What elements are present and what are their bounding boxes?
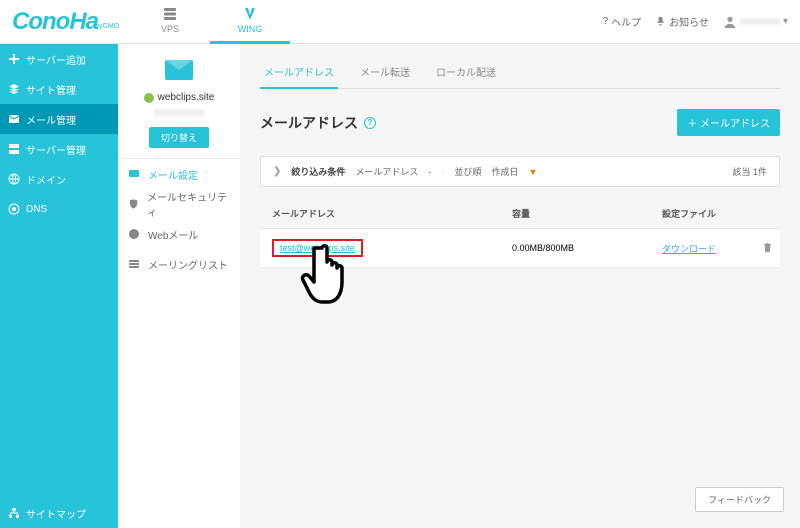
wing-icon bbox=[242, 6, 258, 22]
list-icon bbox=[128, 258, 140, 270]
sidebar-item-site[interactable]: サイト管理 bbox=[0, 74, 118, 104]
subnav-webmail[interactable]: Webメール bbox=[118, 219, 240, 249]
server-stack-icon bbox=[162, 6, 178, 22]
mail-cog-icon bbox=[128, 168, 140, 180]
site-selector-panel: webclips.site 切り替え bbox=[118, 44, 240, 159]
subnav-label: Webメール bbox=[148, 227, 198, 242]
server-icon bbox=[8, 143, 20, 155]
header-right: ? ヘルプ お知らせ ▾ bbox=[603, 14, 788, 29]
capacity-value: 0.00MB/800MB bbox=[512, 243, 662, 253]
plus-icon bbox=[8, 53, 20, 65]
subnav-mail-security[interactable]: メールセキュリティ bbox=[118, 189, 240, 219]
user-icon bbox=[723, 15, 737, 29]
tab-local-delivery[interactable]: ローカル配送 bbox=[432, 56, 500, 88]
trash-icon[interactable] bbox=[762, 242, 773, 253]
mail-large-icon bbox=[165, 60, 193, 80]
subnav-label: メーリングリスト bbox=[148, 257, 228, 272]
tab-vps[interactable]: VPS bbox=[130, 0, 210, 44]
sidebar-item-server[interactable]: サーバー管理 bbox=[0, 134, 118, 164]
notice-label: お知らせ bbox=[669, 14, 709, 29]
sidebar-item-dns[interactable]: DNS bbox=[0, 194, 118, 224]
mail-icon bbox=[8, 113, 20, 125]
filter-sort-label: 並び順 bbox=[454, 165, 481, 178]
logo-text: ConoHa bbox=[12, 8, 98, 36]
sidebar-label: ドメイン bbox=[26, 172, 66, 187]
col-capacity: 容量 bbox=[512, 207, 662, 220]
logo-subtext: byGMO bbox=[95, 23, 119, 30]
shield-icon bbox=[128, 198, 139, 210]
page-title-row: メールアドレス ? ＋ メールアドレス bbox=[260, 109, 780, 136]
filter-title: 絞り込み条件 bbox=[291, 165, 345, 178]
main-content: メールアドレス メール転送 ローカル配送 メールアドレス ? ＋ メールアドレス… bbox=[240, 44, 800, 528]
help-link[interactable]: ? ヘルプ bbox=[603, 14, 642, 29]
layers-icon bbox=[8, 83, 20, 95]
top-header: ConoHa byGMO VPS WING ? ヘルプ お知らせ ▾ bbox=[0, 0, 800, 44]
notice-link[interactable]: お知らせ bbox=[655, 14, 709, 29]
chevron-down-icon: ▾ bbox=[783, 16, 788, 27]
chevron-right-icon: ❯ bbox=[273, 166, 281, 177]
tab-mail-forward[interactable]: メール転送 bbox=[356, 56, 414, 88]
feedback-button[interactable]: フィードバック bbox=[695, 487, 784, 512]
subnav-label: メールセキュリティ bbox=[147, 189, 230, 219]
switch-site-button[interactable]: 切り替え bbox=[149, 127, 209, 148]
mail-address-link[interactable]: test@webclips.site bbox=[280, 243, 355, 253]
filter-sort-value: 作成日 bbox=[491, 165, 518, 178]
sort-direction-icon[interactable]: ▼ bbox=[528, 167, 537, 177]
logo[interactable]: ConoHa byGMO bbox=[0, 0, 118, 44]
user-blur bbox=[740, 18, 780, 25]
page-title-text: メールアドレス bbox=[260, 113, 358, 133]
dns-icon bbox=[8, 203, 20, 215]
tab-wing[interactable]: WING bbox=[210, 0, 290, 44]
page-title: メールアドレス ? bbox=[260, 113, 376, 133]
add-mail-address-button[interactable]: ＋ メールアドレス bbox=[677, 109, 780, 136]
sidebar-item-add-server[interactable]: サーバー追加 bbox=[0, 44, 118, 74]
bell-icon bbox=[655, 16, 666, 27]
sidebar-label: サイトマップ bbox=[26, 506, 86, 521]
col-address: メールアドレス bbox=[272, 207, 512, 220]
status-dot-icon bbox=[144, 93, 154, 103]
download-link[interactable]: ダウンロード bbox=[662, 244, 716, 254]
result-count: 該当 1件 bbox=[732, 165, 767, 178]
globe-icon bbox=[8, 173, 20, 185]
filter-field-label: メールアドレス bbox=[355, 165, 418, 178]
site-name-text: webclips.site bbox=[158, 92, 215, 103]
tab-mail-address[interactable]: メールアドレス bbox=[260, 56, 338, 89]
user-menu[interactable]: ▾ bbox=[723, 15, 788, 29]
filter-field-value: - bbox=[428, 167, 431, 177]
subnav-label: メール設定 bbox=[148, 167, 198, 182]
sidebar-label: サイト管理 bbox=[26, 82, 76, 97]
help-icon[interactable]: ? bbox=[364, 117, 376, 129]
site-sub-blur bbox=[154, 109, 204, 117]
sidebar-label: サーバー追加 bbox=[26, 52, 86, 67]
filter-bar[interactable]: ❯ 絞り込み条件 メールアドレス - · 並び順 作成日 ▼ 該当 1件 bbox=[260, 156, 780, 187]
highlight-annotation: test@webclips.site bbox=[272, 239, 363, 257]
main-sidebar: サーバー追加 サイト管理 メール管理 サーバー管理 ドメイン DNS サイトマッ… bbox=[0, 44, 118, 528]
separator: · bbox=[441, 167, 444, 177]
sidebar-item-mail[interactable]: メール管理 bbox=[0, 104, 118, 134]
sidebar-label: メール管理 bbox=[26, 112, 76, 127]
content-tabs: メールアドレス メール転送 ローカル配送 bbox=[260, 56, 780, 89]
tab-label: WING bbox=[238, 24, 263, 34]
table-row: test@webclips.site 0.00MB/800MB ダウンロード bbox=[260, 229, 780, 268]
webmail-icon bbox=[128, 228, 140, 240]
table-header: メールアドレス 容量 設定ファイル bbox=[260, 199, 780, 229]
sitemap-icon bbox=[8, 507, 20, 519]
sidebar-item-sitemap[interactable]: サイトマップ bbox=[0, 498, 118, 528]
help-label: ヘルプ bbox=[611, 14, 641, 29]
col-file: 設定ファイル bbox=[662, 207, 762, 220]
tab-label: VPS bbox=[161, 24, 179, 34]
product-tabs: VPS WING bbox=[130, 0, 290, 44]
sidebar-item-domain[interactable]: ドメイン bbox=[0, 164, 118, 194]
subnav-mailing-list[interactable]: メーリングリスト bbox=[118, 249, 240, 279]
question-icon: ? bbox=[603, 16, 609, 27]
sub-sidebar: webclips.site 切り替え メール設定 メールセキュリティ Webメー… bbox=[118, 44, 240, 528]
sidebar-label: サーバー管理 bbox=[26, 142, 86, 157]
sidebar-label: DNS bbox=[26, 204, 47, 215]
subnav-mail-settings[interactable]: メール設定 bbox=[118, 159, 240, 189]
site-name: webclips.site bbox=[126, 92, 232, 103]
